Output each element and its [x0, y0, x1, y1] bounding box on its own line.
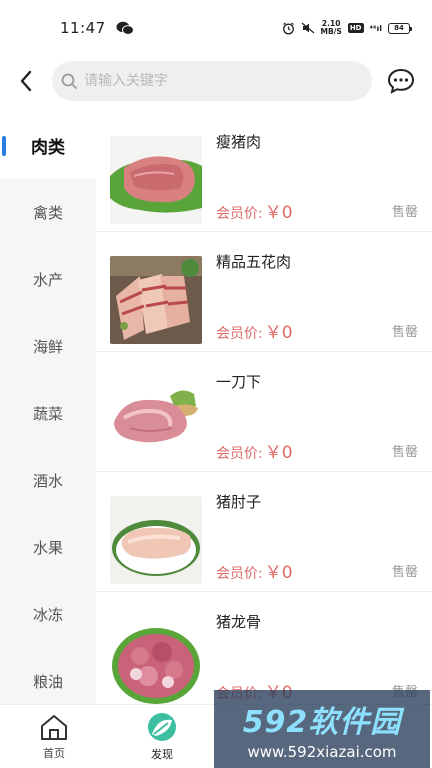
chevron-left-icon	[20, 70, 32, 92]
sold-out-badge: 售罄	[391, 565, 418, 580]
product-image	[110, 376, 202, 464]
alarm-icon	[282, 22, 294, 34]
product-name: 一刀下	[216, 373, 262, 391]
member-price: 会员价:￥0	[216, 318, 293, 343]
sold-out-badge: 售罄	[391, 445, 418, 460]
chat-bubble-icon	[387, 68, 415, 94]
tab-home[interactable]: 首页	[0, 705, 108, 768]
mute-icon	[301, 22, 314, 34]
product-list: 瘦猪肉 会员价: ￥0 售罄 精品五花肉 会员价: ￥0 售罄 一刀下 会员价: ￥0	[96, 112, 432, 704]
tab-home-label: 首页	[43, 747, 65, 760]
watermark-title: 592软件园	[242, 705, 402, 740]
status-bar: 11:47 2.10 MB/S HD ⁴⁶ıl 84	[0, 0, 432, 56]
product-card[interactable]: 猪肘子 会员价: ￥0 售罄	[96, 472, 432, 592]
signal-icon: ⁴⁶ıl	[369, 23, 383, 33]
product-name: 猪龙骨	[216, 613, 262, 631]
member-price: 会员价:￥0	[216, 198, 293, 223]
member-price: 会员价:￥0	[216, 558, 293, 583]
message-button[interactable]	[372, 58, 430, 104]
battery-level: 84	[394, 24, 404, 32]
product-card[interactable]: 猪龙骨 会员价:￥0 售罄	[96, 592, 432, 704]
category-sidebar: 肉类 禽类 水产 海鲜 蔬菜 酒水 水果 冰冻 粮油	[0, 112, 96, 704]
sidebar-item-meat[interactable]: 肉类	[0, 112, 96, 179]
hd-badge: HD	[347, 23, 364, 33]
sidebar-item-fruit[interactable]: 水果	[0, 514, 96, 581]
search-box[interactable]	[52, 61, 372, 101]
sold-out-badge: 售罄	[391, 325, 418, 340]
product-name: 猪肘子	[216, 493, 262, 511]
price-value: ￥0	[264, 563, 293, 583]
price-label-text: 会员价:	[216, 566, 263, 582]
sidebar-item-poultry[interactable]: 禽类	[0, 179, 96, 246]
product-card[interactable]: 瘦猪肉 会员价: ￥0 售罄	[96, 112, 432, 232]
sidebar-item-grain-oil[interactable]: 粮油	[0, 648, 96, 704]
sidebar-item-aquatic[interactable]: 水产	[0, 246, 96, 313]
price-value: ￥0	[264, 443, 293, 463]
product-image	[110, 616, 202, 704]
product-image	[110, 136, 202, 224]
product-image	[110, 496, 202, 584]
header	[0, 56, 432, 106]
wechat-icon	[116, 21, 134, 35]
battery-icon: 84	[388, 22, 412, 34]
sidebar-item-frozen[interactable]: 冰冻	[0, 581, 96, 648]
home-icon	[41, 715, 67, 740]
search-icon	[61, 73, 77, 89]
price-label-text: 会员价:	[216, 326, 263, 342]
tab-discover-label: 发现	[151, 748, 173, 761]
watermark-url: www.592xiazai.com	[247, 743, 397, 761]
search-input[interactable]	[84, 73, 354, 89]
watermark: 592软件园 www.592xiazai.com	[214, 690, 430, 768]
sold-out-badge: 售罄	[391, 205, 418, 220]
product-name: 瘦猪肉	[216, 133, 262, 151]
price-label-text: 会员价:	[216, 206, 263, 222]
status-icons: 2.10 MB/S HD ⁴⁶ıl 84	[282, 20, 412, 36]
tab-discover[interactable]: 发现	[108, 705, 216, 768]
price-value: ￥0	[264, 203, 293, 223]
product-card[interactable]: 精品五花肉 会员价: ￥0 售罄	[96, 232, 432, 352]
product-card[interactable]: 一刀下 会员价: ￥0 售罄	[96, 352, 432, 472]
discover-icon	[148, 713, 176, 741]
sidebar-item-drinks[interactable]: 酒水	[0, 447, 96, 514]
member-price: 会员价:￥0	[216, 438, 293, 463]
sidebar-item-vegetables[interactable]: 蔬菜	[0, 380, 96, 447]
product-image	[110, 256, 202, 344]
price-value: ￥0	[264, 323, 293, 343]
price-label-text: 会员价:	[216, 446, 263, 462]
back-button[interactable]	[0, 58, 52, 104]
product-name: 精品五花肉	[216, 253, 292, 271]
net-speed-unit: MB/S	[320, 27, 342, 36]
status-time: 11:47	[60, 19, 106, 37]
net-speed: 2.10 MB/S	[321, 20, 342, 36]
sidebar-item-seafood[interactable]: 海鲜	[0, 313, 96, 380]
